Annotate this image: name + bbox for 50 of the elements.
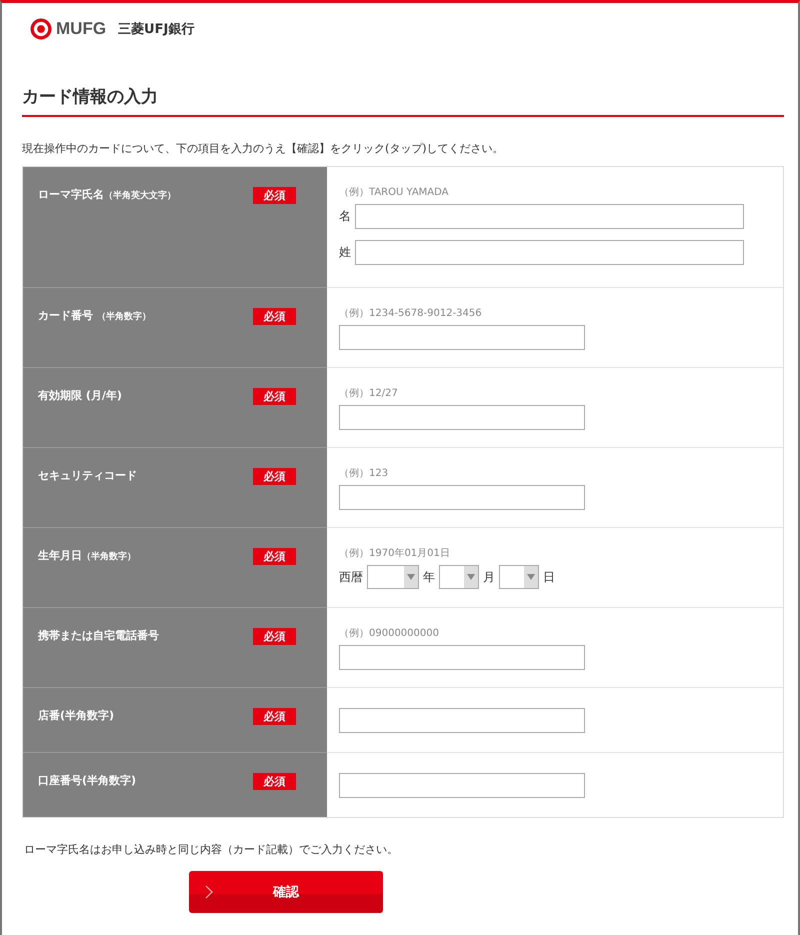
- input-field[interactable]: [339, 708, 585, 733]
- input-field[interactable]: [339, 773, 585, 798]
- field-label: ローマ字氏名（半角英大文字）: [38, 187, 176, 202]
- unit-label: 年: [423, 568, 435, 586]
- required-badge: 必須: [253, 548, 296, 565]
- required-badge: 必須: [253, 388, 296, 405]
- unit-label: 月: [483, 568, 495, 586]
- example-text: （例）123: [339, 467, 390, 480]
- field-label: 西暦: [339, 568, 363, 586]
- field-label: カード番号 （半角数字）: [38, 308, 151, 323]
- field-label: 有効期限 (月/年): [38, 388, 122, 403]
- intro-text: 現在操作中のカードについて、下の項目を入力のうえ【確認】をクリック(タップ)してください。: [22, 141, 505, 156]
- field-label: 生年月日（半角数字）: [38, 548, 136, 563]
- input-field[interactable]: [355, 240, 744, 265]
- field-label: 口座番号(半角数字): [38, 773, 136, 788]
- example-text: （例）12/27: [339, 387, 399, 400]
- required-badge: 必須: [253, 308, 296, 325]
- page-title: カード情報の入力: [22, 85, 784, 117]
- required-badge: 必須: [253, 628, 296, 645]
- caret-icon: [407, 574, 415, 580]
- required-badge: 必須: [253, 773, 296, 790]
- input-field[interactable]: [339, 485, 585, 510]
- logo-icon: [30, 18, 52, 40]
- example-text: （例）1970年01月01日: [339, 547, 451, 560]
- select-field[interactable]: [499, 565, 539, 589]
- brand-name: MUFG: [56, 19, 106, 39]
- required-badge: 必須: [253, 187, 296, 204]
- example-text: （例）1234-5678-9012-3456: [339, 307, 483, 320]
- input-field[interactable]: [339, 325, 585, 350]
- select-field[interactable]: [439, 565, 479, 589]
- confirm-button[interactable]: 確認: [189, 871, 383, 913]
- field-label: 姓: [339, 244, 351, 261]
- input-field[interactable]: [339, 405, 585, 430]
- bank-name: 三菱UFJ銀行: [118, 21, 194, 38]
- required-badge: 必須: [253, 468, 296, 485]
- example-text: （例）TAROU YAMADA: [339, 186, 450, 199]
- select-field[interactable]: [367, 565, 419, 589]
- example-text: （例）09000000000: [339, 627, 440, 640]
- caret-icon: [467, 574, 475, 580]
- required-badge: 必須: [253, 708, 296, 725]
- field-label: 名: [339, 208, 351, 225]
- footnote-text: ローマ字氏名はお申し込み時と同じ内容（カード記載）でご入力ください。: [24, 842, 399, 857]
- field-label: セキュリティコード: [38, 468, 137, 483]
- field-label: 携帯または自宅電話番号: [38, 628, 159, 643]
- chevron-icon: [205, 885, 213, 899]
- caret-icon: [527, 574, 535, 580]
- field-label: 店番(半角数字): [38, 708, 114, 723]
- unit-label: 日: [543, 568, 555, 586]
- input-field[interactable]: [339, 645, 585, 670]
- input-field[interactable]: [355, 204, 744, 229]
